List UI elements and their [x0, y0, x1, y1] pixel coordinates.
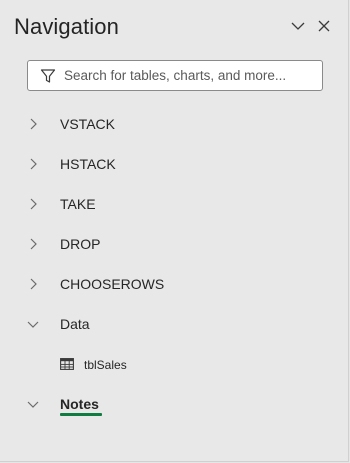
tree-item-data[interactable]: Data — [0, 304, 348, 344]
tree-item-label: TAKE — [60, 196, 96, 212]
pane-close-button[interactable] — [312, 14, 336, 38]
pane-options-button[interactable] — [286, 14, 310, 38]
tree-item-hstack[interactable]: HSTACK — [0, 144, 348, 184]
tree-item-label: Data — [60, 316, 90, 332]
tree-item-label: VSTACK — [60, 116, 115, 132]
search-box[interactable] — [27, 60, 323, 91]
close-icon — [318, 20, 330, 32]
tree-item-notes[interactable]: Notes — [0, 384, 348, 424]
chevron-down-icon[interactable] — [26, 317, 40, 331]
table-icon — [60, 358, 74, 370]
chevron-down-icon — [291, 22, 305, 30]
tree-item-label: Notes — [60, 396, 99, 412]
chevron-right-icon[interactable] — [26, 237, 40, 251]
chevron-right-icon[interactable] — [26, 117, 40, 131]
selection-indicator — [60, 413, 102, 416]
tree-item-vstack[interactable]: VSTACK — [0, 104, 348, 144]
navigation-pane: Navigation VSTACK HSTACK — [0, 0, 349, 462]
tree-item-label: tblSales — [84, 358, 127, 372]
tree-item-label: CHOOSEROWS — [60, 276, 165, 292]
tree-item-label: HSTACK — [60, 156, 116, 172]
pane-header: Navigation — [14, 12, 338, 44]
filter-icon — [40, 68, 56, 84]
chevron-right-icon[interactable] — [26, 277, 40, 291]
tree-item-tblsales[interactable]: tblSales — [0, 344, 348, 384]
tree-item-take[interactable]: TAKE — [0, 184, 348, 224]
search-input[interactable] — [64, 68, 314, 83]
tree-item-label: DROP — [60, 236, 101, 252]
tree-item-chooserows[interactable]: CHOOSEROWS — [0, 264, 348, 304]
chevron-right-icon[interactable] — [26, 157, 40, 171]
pane-title: Navigation — [14, 14, 119, 39]
chevron-right-icon[interactable] — [26, 197, 40, 211]
chevron-down-icon[interactable] — [26, 397, 40, 411]
tree-item-drop[interactable]: DROP — [0, 224, 348, 264]
